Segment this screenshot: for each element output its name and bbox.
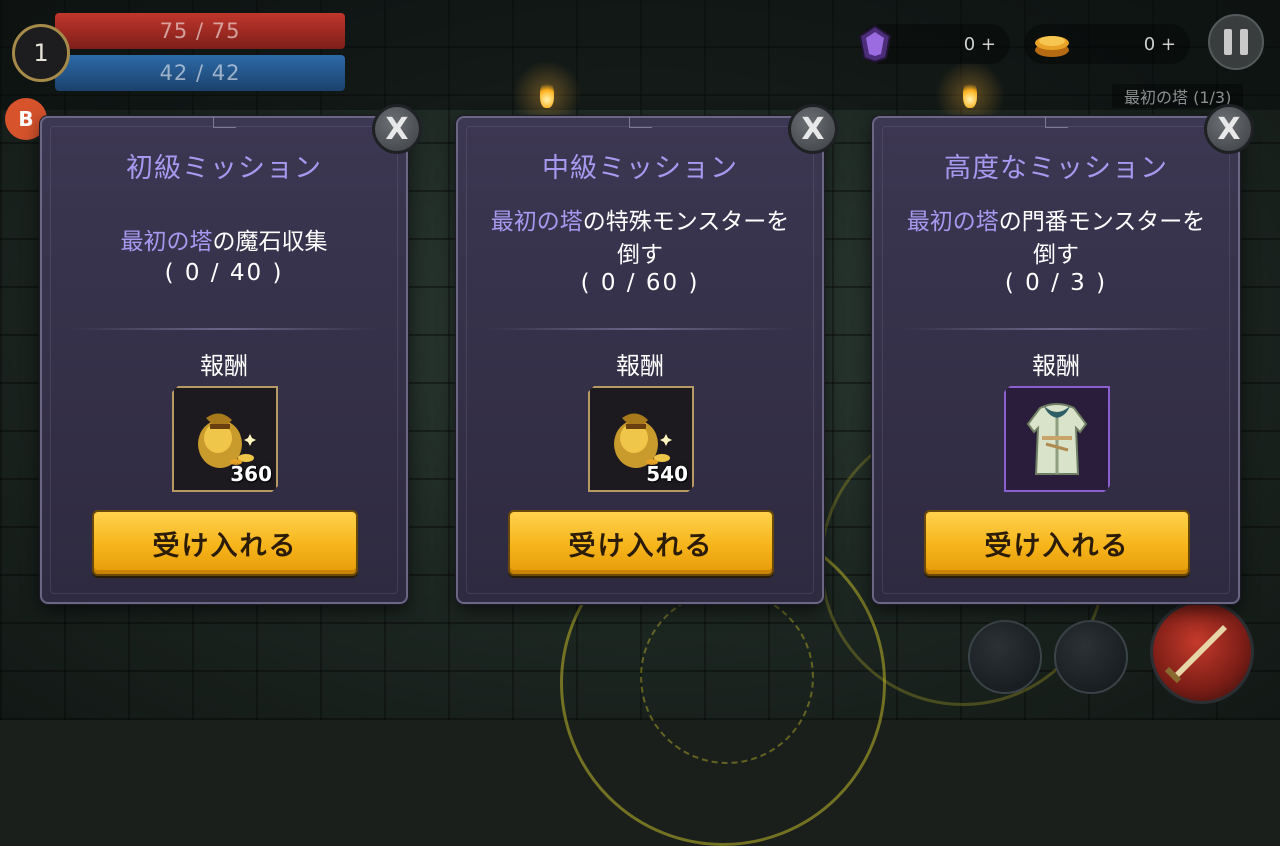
mission-progress: ( 0 / 3 ) [1004, 270, 1108, 296]
pause-icon-bar [1240, 29, 1248, 55]
desc-text: の特殊モンスターを [582, 209, 790, 235]
divider [488, 328, 792, 330]
reward-label: 報酬 [1032, 352, 1080, 380]
mission-description: 最初の塔の特殊モンスターを 倒す [478, 206, 802, 272]
mission-card-intermediate: X 中級ミッション 最初の塔の特殊モンスターを 倒す ( 0 / 60 ) 報酬… [456, 104, 838, 604]
gem-icon [858, 24, 892, 64]
pause-button[interactable] [1208, 14, 1264, 70]
divider [72, 328, 376, 330]
reward-label: 報酬 [200, 352, 248, 380]
mp-text: 42 / 42 [159, 61, 241, 85]
mp-bar: 42 / 42 [55, 55, 345, 91]
desc-highlight: 最初の塔 [906, 209, 999, 235]
card-notch [1045, 117, 1068, 128]
reward-item[interactable]: 540 [588, 386, 694, 492]
accept-button[interactable]: 受け入れる [924, 510, 1190, 576]
gem-count: 0 + [963, 33, 996, 55]
mission-description: 最初の塔の魔石収集 [62, 226, 386, 259]
gem-counter[interactable]: 0 + [858, 24, 1010, 64]
torch-icon [963, 80, 977, 108]
desc-highlight: 最初の塔 [120, 229, 213, 255]
attack-button[interactable] [1150, 600, 1254, 704]
coin-count: 0 + [1143, 33, 1176, 55]
level-badge: 1 [12, 24, 70, 82]
desc-highlight: 最初の塔 [490, 209, 583, 235]
hp-text: 75 / 75 [159, 19, 241, 43]
robe-armor-icon [1006, 388, 1108, 490]
card-notch [629, 117, 652, 128]
mission-progress: ( 0 / 40 ) [164, 260, 284, 286]
reward-quantity: 540 [646, 462, 688, 486]
accept-button[interactable]: 受け入れる [92, 510, 358, 576]
card-notch [213, 117, 236, 128]
mission-progress: ( 0 / 60 ) [580, 270, 700, 296]
desc-text: の門番モンスターを [998, 209, 1206, 235]
magic-circle-inner [640, 590, 814, 764]
skill-slot-1[interactable] [968, 620, 1042, 694]
pause-icon-bar [1224, 29, 1232, 55]
mission-card-beginner: X 初級ミッション 最初の塔の魔石収集 ( 0 / 40 ) 報酬 360 受け… [40, 104, 422, 604]
desc-text-line2: 倒す [617, 242, 663, 268]
coin-icon [1035, 36, 1069, 57]
mission-title: 初級ミッション [126, 153, 322, 184]
reward-label: 報酬 [616, 352, 664, 380]
sword-icon [1164, 625, 1227, 684]
torch-icon [540, 80, 554, 108]
divider [904, 328, 1208, 330]
mission-description: 最初の塔の門番モンスターを 倒す [894, 206, 1218, 272]
skill-slot-2[interactable] [1054, 620, 1128, 694]
mission-title: 中級ミッション [542, 153, 738, 184]
accept-button[interactable]: 受け入れる [508, 510, 774, 576]
reward-item[interactable] [1004, 386, 1110, 492]
coin-counter[interactable]: 0 + [1024, 24, 1190, 64]
mission-card-advanced: X 高度なミッション 最初の塔の門番モンスターを 倒す ( 0 / 3 ) 報酬… [872, 104, 1254, 604]
desc-text-line2: 倒す [1033, 242, 1079, 268]
reward-quantity: 360 [230, 462, 272, 486]
desc-text: の魔石収集 [212, 229, 328, 255]
reward-item[interactable]: 360 [172, 386, 278, 492]
mission-title: 高度なミッション [944, 153, 1168, 184]
hp-bar: 75 / 75 [55, 13, 345, 49]
